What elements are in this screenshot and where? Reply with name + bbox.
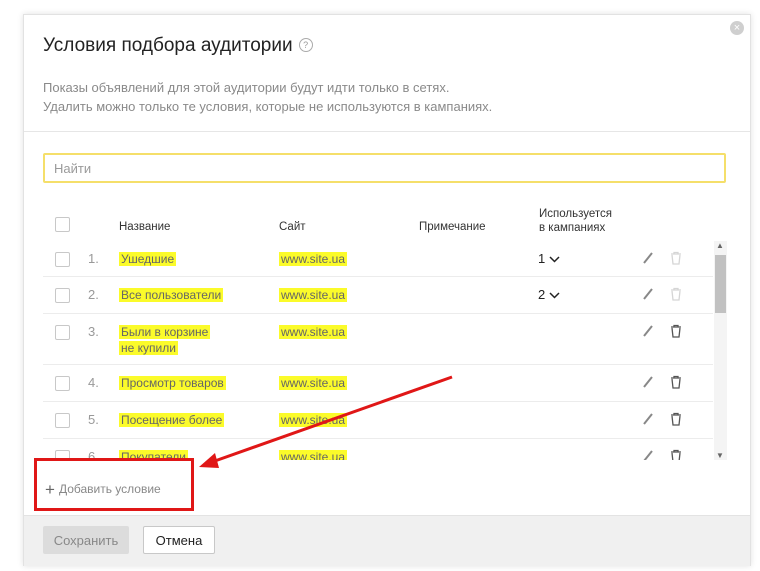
annotation-arrow-icon [199,375,453,468]
